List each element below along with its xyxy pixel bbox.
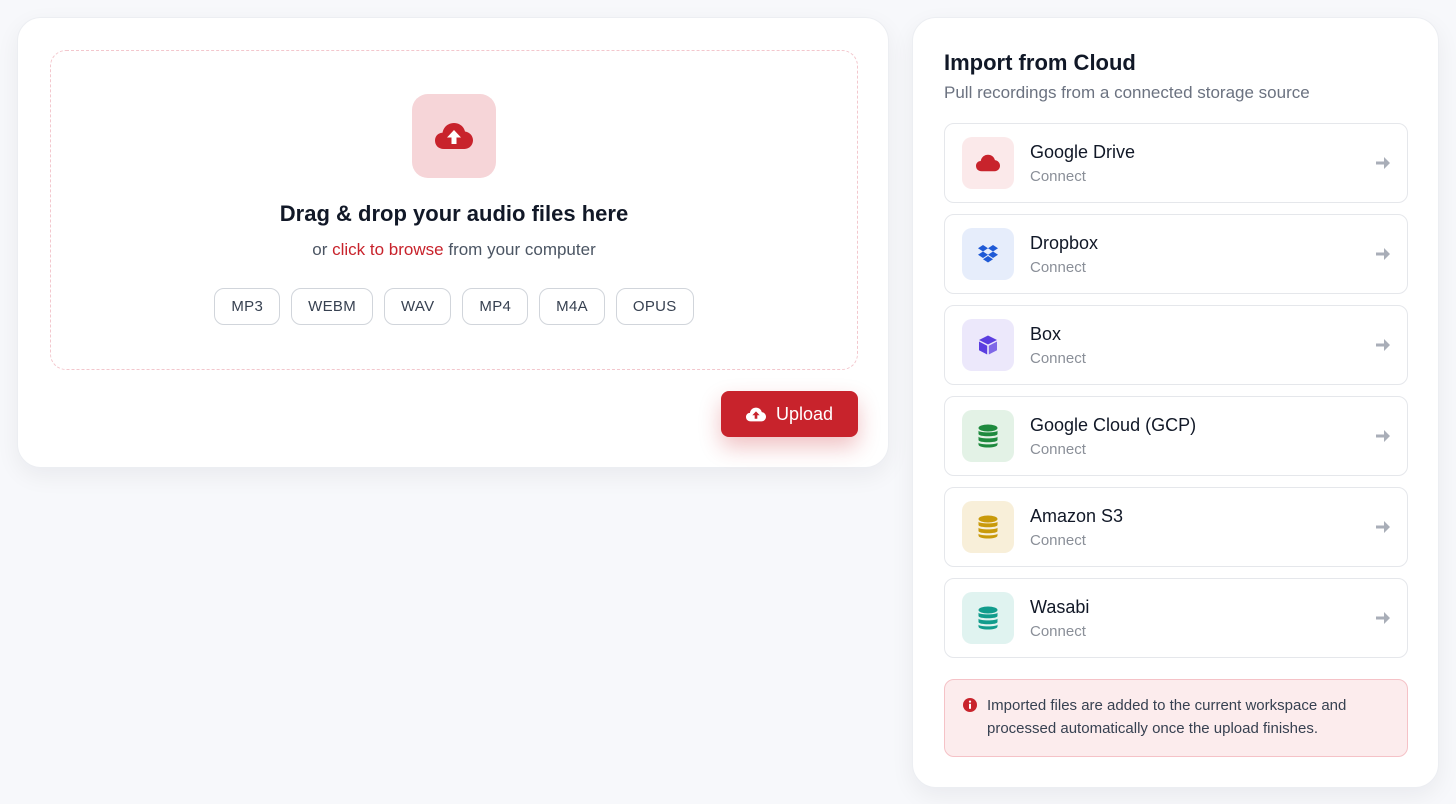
format-chip: WEBM <box>291 288 373 325</box>
provider-name: Google Cloud (GCP) <box>1030 414 1197 435</box>
cube-icon <box>979 335 997 355</box>
provider-name: Google Drive <box>1030 141 1136 162</box>
arrow-right-icon <box>1376 248 1390 260</box>
cloud-import-panel: Import from Cloud Pull recordings from a… <box>912 17 1439 788</box>
provider-name: Box <box>1030 323 1062 344</box>
dropzone-sub-suffix: from your computer <box>448 240 596 259</box>
provider-dropbox[interactable]: Dropbox Connect <box>944 214 1408 294</box>
panel-title: Import from Cloud <box>944 50 1136 75</box>
cloud-upload-icon <box>745 407 766 421</box>
provider-connect-label: Connect <box>1030 440 1086 458</box>
provider-name: Wasabi <box>1030 596 1090 617</box>
format-chip: MP3 <box>214 288 281 325</box>
info-note: Imported files are added to the current … <box>944 679 1408 757</box>
dropzone-title: Drag & drop your audio files here <box>279 201 629 226</box>
provider-connect-label: Connect <box>1030 258 1086 276</box>
database-icon <box>978 606 998 630</box>
provider-connect-label: Connect <box>1030 349 1086 367</box>
provider-wasabi[interactable]: Wasabi Connect <box>944 578 1408 658</box>
cloud-icon <box>976 154 1000 172</box>
provider-icon-box <box>962 501 1014 553</box>
browse-link[interactable]: click to browse <box>332 240 443 259</box>
dropbox-icon <box>978 245 998 263</box>
provider-name: Dropbox <box>1030 232 1099 253</box>
provider-icon-box <box>962 137 1014 189</box>
panel-subtitle: Pull recordings from a connected storage… <box>944 83 1310 102</box>
provider-icon-box <box>962 592 1014 644</box>
upload-card: Drag & drop your audio files here or cli… <box>17 17 889 468</box>
dropzone-subtitle: or click to browse from your computer <box>312 240 595 260</box>
drop-icon-box <box>412 94 496 178</box>
provider-amazon-s3[interactable]: Amazon S3 Connect <box>944 487 1408 567</box>
dropzone-sub-prefix: or <box>312 240 328 259</box>
provider-icon-box <box>962 228 1014 280</box>
cloud-upload-icon <box>435 123 473 149</box>
arrow-right-icon <box>1376 521 1390 533</box>
info-icon <box>963 698 977 712</box>
format-chip: MP4 <box>462 288 529 325</box>
database-icon <box>978 515 998 539</box>
provider-box[interactable]: Box Connect <box>944 305 1408 385</box>
format-list: MP3 WEBM WAV MP4 M4A OPUS <box>214 288 694 325</box>
database-icon <box>978 424 998 448</box>
provider-list: Google Drive Connect Dropbox Connect Box… <box>944 123 1408 669</box>
format-chip: OPUS <box>615 288 694 325</box>
provider-name: Amazon S3 <box>1030 505 1124 526</box>
arrow-right-icon <box>1376 430 1390 442</box>
provider-connect-label: Connect <box>1030 531 1086 549</box>
arrow-right-icon <box>1376 339 1390 351</box>
provider-icon-box <box>962 319 1014 371</box>
dropzone[interactable]: Drag & drop your audio files here or cli… <box>50 50 858 370</box>
provider-google-cloud[interactable]: Google Cloud (GCP) Connect <box>944 396 1408 476</box>
format-chip: WAV <box>384 288 452 325</box>
arrow-right-icon <box>1376 612 1390 624</box>
info-text: Imported files are added to the current … <box>987 697 1347 737</box>
format-chip: M4A <box>539 288 605 325</box>
upload-button[interactable]: Upload <box>721 391 858 437</box>
provider-connect-label: Connect <box>1030 622 1086 640</box>
provider-icon-box <box>962 410 1014 462</box>
upload-button-label: Upload <box>775 403 834 424</box>
provider-google-drive[interactable]: Google Drive Connect <box>944 123 1408 203</box>
arrow-right-icon <box>1376 157 1390 169</box>
provider-connect-label: Connect <box>1030 167 1086 185</box>
